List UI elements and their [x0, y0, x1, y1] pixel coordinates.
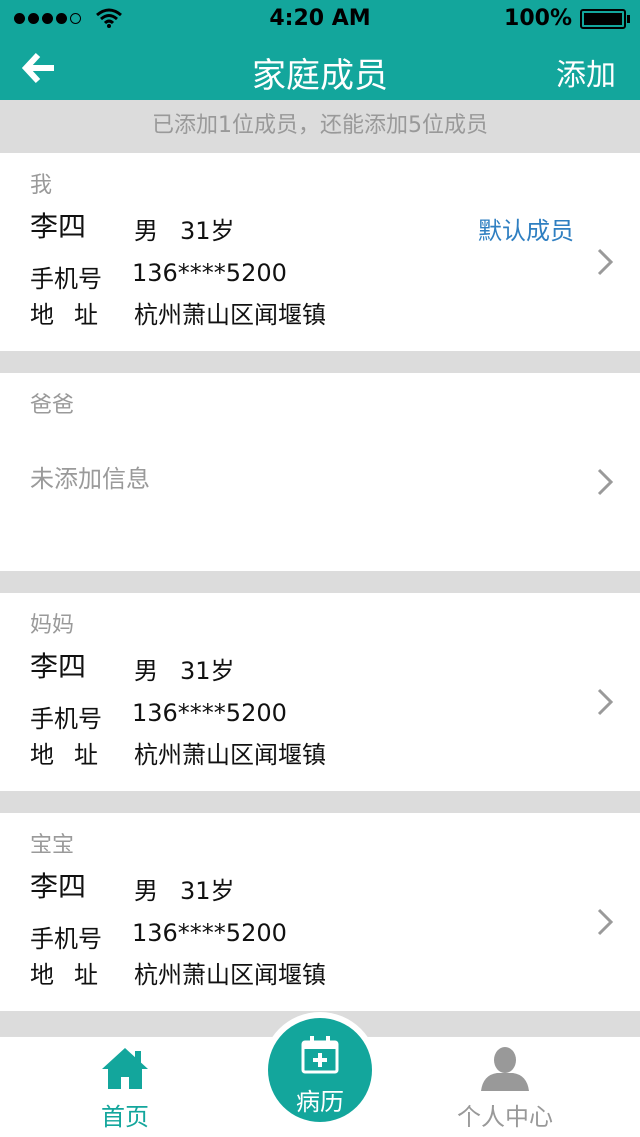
member-relation: 我 [30, 173, 53, 198]
nav-bar: 家庭成员 添加 [0, 40, 640, 100]
battery-tip [627, 14, 630, 23]
add-member-button[interactable]: 添加 [556, 50, 616, 94]
tab-records[interactable]: 病历 [268, 1018, 372, 1122]
address-label: 地址 [30, 961, 118, 989]
address-label: 地址 [30, 301, 118, 329]
battery-icon [580, 8, 626, 29]
member-phone: 136****5200 [132, 919, 287, 947]
member-age: 31岁 [180, 657, 235, 685]
member-relation: 宝宝 [30, 833, 75, 858]
phone-label: 手机号 [30, 925, 102, 953]
tab-profile[interactable]: 个人中心 [445, 1045, 565, 1132]
address-label: 地址 [30, 741, 118, 769]
chevron-right-icon [597, 908, 614, 936]
chevron-right-icon [597, 248, 614, 276]
member-age: 31岁 [180, 217, 235, 245]
member-address: 杭州萧山区闻堰镇 [134, 741, 326, 769]
calendar-plus-icon [301, 1036, 339, 1074]
member-name: 李四 [30, 870, 87, 903]
empty-info-note: 未添加信息 [30, 465, 150, 493]
house-icon [102, 1048, 148, 1089]
battery-indicator: 100% [504, 6, 630, 31]
phone-label: 手机号 [30, 705, 102, 733]
person-icon [481, 1047, 529, 1091]
member-card-mother[interactable]: 妈妈 李四 男 31岁 手机号 136****5200 地址 杭州萧山区闻堰镇 [0, 593, 640, 791]
member-name: 李四 [30, 210, 87, 243]
member-card-baby[interactable]: 宝宝 李四 男 31岁 手机号 136****5200 地址 杭州萧山区闻堰镇 [0, 813, 640, 1011]
member-relation: 爸爸 [30, 393, 75, 418]
phone-label: 手机号 [30, 265, 102, 293]
member-card-father[interactable]: 爸爸 未添加信息 [0, 373, 640, 571]
tab-records-label: 病历 [296, 1088, 344, 1116]
member-age: 31岁 [180, 877, 235, 905]
member-relation: 妈妈 [30, 613, 75, 638]
chevron-right-icon [597, 468, 614, 496]
member-phone: 136****5200 [132, 699, 287, 727]
status-bar: 4:20 AM 100% [0, 0, 640, 40]
battery-percent: 100% [504, 6, 572, 31]
member-address: 杭州萧山区闻堰镇 [134, 301, 326, 329]
member-count-hint: 已添加1位成员，还能添加5位成员 [0, 100, 640, 152]
member-name: 李四 [30, 650, 87, 683]
tab-home-label: 首页 [101, 1103, 149, 1131]
member-card-me[interactable]: 我 李四 男 31岁 默认成员 手机号 136****5200 地址 杭州萧山区… [0, 153, 640, 351]
tab-home[interactable]: 首页 [90, 1045, 160, 1132]
member-address: 杭州萧山区闻堰镇 [134, 961, 326, 989]
chevron-right-icon [597, 688, 614, 716]
member-gender: 男 [134, 877, 158, 905]
member-phone: 136****5200 [132, 259, 287, 287]
member-gender: 男 [134, 657, 158, 685]
default-member-label[interactable]: 默认成员 [478, 211, 574, 246]
member-gender: 男 [134, 217, 158, 245]
page-title: 家庭成员 [252, 56, 388, 96]
tab-profile-label: 个人中心 [457, 1103, 553, 1131]
